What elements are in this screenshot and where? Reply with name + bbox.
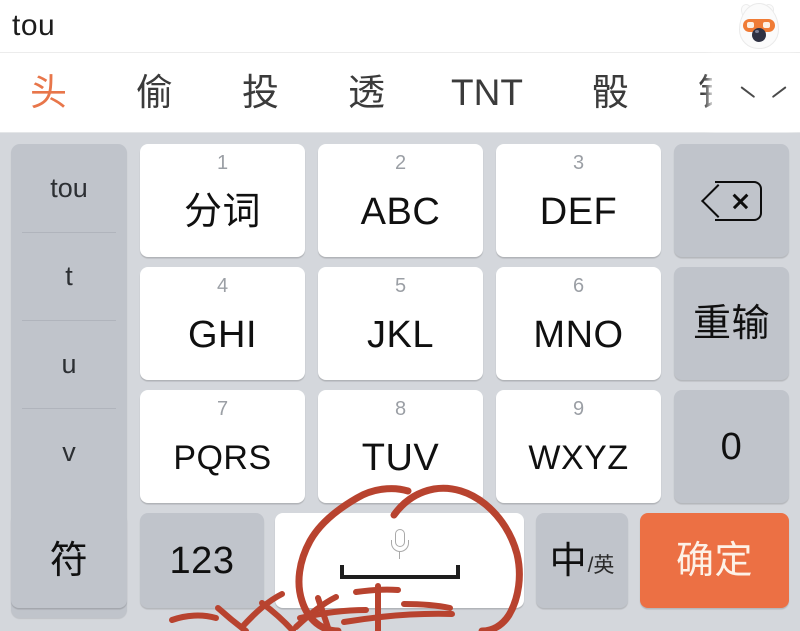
backspace-button[interactable] [674, 144, 789, 257]
chevron-down-icon [741, 78, 771, 108]
key-7-pqrs[interactable]: 7 PQRS [140, 390, 305, 503]
key-8-tuv[interactable]: 8 TUV [318, 390, 483, 503]
key-digit-3: 3 [572, 152, 585, 174]
language-toggle-key[interactable]: 中 /英 [536, 513, 628, 608]
candidate-item-5[interactable]: 骰 [584, 53, 637, 132]
fox-avatar-icon[interactable] [736, 2, 782, 49]
space-key[interactable] [275, 513, 524, 608]
input-preview-bar: tou [0, 0, 800, 53]
lang-main-label: 中 [549, 540, 587, 581]
key-label-wxyz: WXYZ [528, 438, 629, 477]
key-6-mno[interactable]: 6 MNO [496, 267, 661, 380]
key-label-pqrs: PQRS [173, 438, 272, 477]
key-label-fenci: 分词 [183, 190, 261, 233]
avatar-eye-left [747, 22, 754, 28]
key-2-abc[interactable]: 2 ABC [318, 144, 483, 257]
candidate-item-2[interactable]: 投 [234, 53, 287, 132]
key-label-fu: 符 [49, 539, 89, 582]
key-digit-7: 7 [216, 398, 229, 420]
candidate-list[interactable]: 头 偷 投 透 TNT 骰 钭 [0, 53, 712, 132]
key-digit-5: 5 [394, 275, 407, 297]
key-label-jkl: JKL [367, 313, 434, 356]
key-label-mno: MNO [533, 313, 624, 356]
keyboard-screen: tou 头 偷 投 透 TNT 骰 钭 tou t [0, 0, 800, 631]
key-label-chongshu: 重输 [692, 302, 770, 345]
key-label-abc: ABC [360, 190, 441, 233]
key-label-def: DEF [539, 190, 618, 233]
confirm-key[interactable]: 确定 [640, 513, 789, 608]
key-label-tuv: TUV [361, 436, 440, 479]
key-1-fenci[interactable]: 1 分词 [140, 144, 305, 257]
avatar-nose [752, 28, 766, 42]
candidate-item-0[interactable]: 头 [22, 53, 75, 132]
lang-sub-label: /英 [587, 554, 615, 577]
key-label-123: 123 [169, 539, 235, 582]
reenter-button[interactable]: 重输 [674, 267, 789, 380]
key-3-def[interactable]: 3 DEF [496, 144, 661, 257]
avatar-eye-right [763, 22, 770, 28]
key-4-ghi[interactable]: 4 GHI [140, 267, 305, 380]
key-label-queding: 确定 [675, 539, 753, 582]
typed-text[interactable]: tou [12, 8, 55, 44]
microphone-icon[interactable] [390, 529, 409, 561]
candidate-item-3[interactable]: 透 [340, 53, 393, 132]
backspace-icon [700, 180, 762, 221]
key-label-ghi: GHI [187, 313, 258, 356]
key-digit-2: 2 [394, 152, 407, 174]
key-digit-8: 8 [394, 398, 407, 420]
key-9-wxyz[interactable]: 9 WXYZ [496, 390, 661, 503]
pinyin-segment-1[interactable]: t [11, 232, 127, 320]
candidate-item-1[interactable]: 偷 [128, 53, 181, 132]
pinyin-segment-0[interactable]: tou [11, 144, 127, 232]
key-digit-6: 6 [572, 275, 585, 297]
candidate-bar: 头 偷 投 透 TNT 骰 钭 [0, 53, 800, 133]
keypad: tou t u v 1 分词 2 ABC 3 DEF 4 GHI 5 JKL 6… [0, 133, 800, 631]
key-0[interactable]: 0 [674, 390, 789, 503]
key-digit-1: 1 [216, 152, 229, 174]
expand-candidates-button[interactable] [712, 53, 800, 132]
pinyin-segment-2[interactable]: u [11, 320, 127, 408]
candidate-item-6[interactable]: 钭 [690, 53, 712, 132]
pinyin-segment-3[interactable]: v [11, 408, 127, 496]
key-digit-4: 4 [216, 275, 229, 297]
key-label-0: 0 [720, 425, 743, 468]
candidate-item-4[interactable]: TNT [443, 53, 531, 132]
symbol-key[interactable]: 符 [11, 513, 127, 608]
number-mode-key[interactable]: 123 [140, 513, 264, 608]
key-digit-9: 9 [572, 398, 585, 420]
key-5-jkl[interactable]: 5 JKL [318, 267, 483, 380]
space-bar-icon [339, 565, 460, 579]
